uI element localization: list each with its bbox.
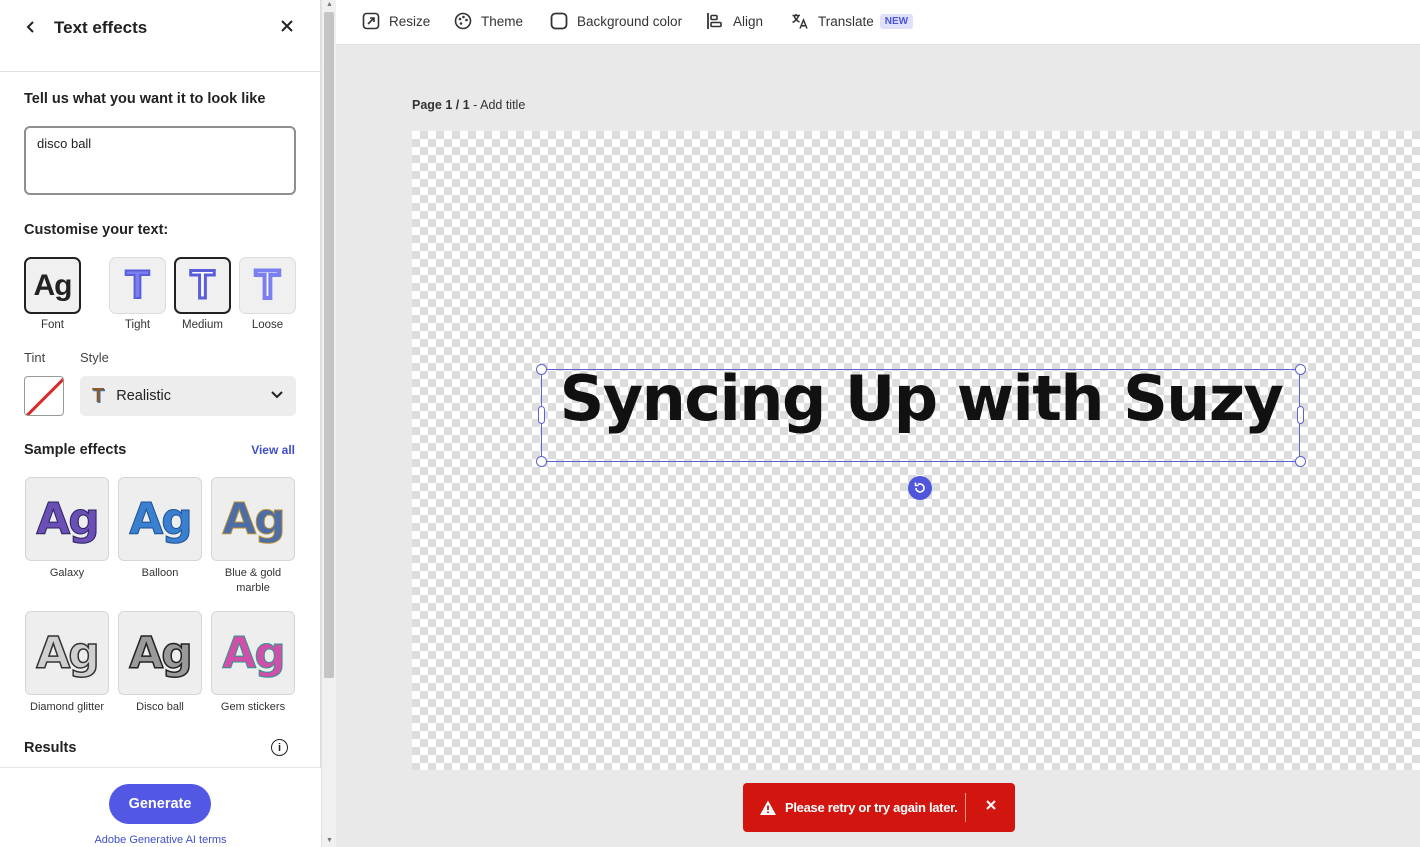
resize-handle-top-left[interactable] bbox=[536, 364, 547, 375]
error-toast: Please retry or try again later. bbox=[743, 783, 1015, 832]
top-toolbar: Resize Theme Background color Align Tran… bbox=[336, 0, 1420, 45]
scroll-thumb[interactable] bbox=[324, 12, 334, 678]
loose-option[interactable]: T bbox=[239, 257, 296, 314]
color-swatch-icon bbox=[550, 12, 568, 30]
effect-galaxy[interactable]: Ag bbox=[25, 477, 109, 561]
tint-label: Tint bbox=[24, 350, 46, 365]
effect-blue-gold-marble[interactable]: Ag bbox=[211, 477, 295, 561]
style-dropdown-value: Realistic bbox=[116, 388, 172, 404]
font-option[interactable]: Ag bbox=[24, 257, 81, 314]
results-label: Results bbox=[24, 740, 77, 756]
back-arrow-icon[interactable] bbox=[24, 18, 42, 39]
effect-label-marble: Blue & gold marble bbox=[224, 567, 282, 594]
galaxy-preview: Ag bbox=[36, 493, 101, 545]
customise-options: Ag Font T Tight T Medium T Loose bbox=[24, 257, 296, 331]
effect-label-galaxy: Galaxy bbox=[49, 567, 85, 579]
resize-handle-bottom-left[interactable] bbox=[536, 456, 547, 467]
translate-icon bbox=[791, 12, 809, 30]
align-label: Align bbox=[733, 13, 764, 29]
add-title-link[interactable]: Add title bbox=[480, 98, 525, 112]
medium-option[interactable]: T bbox=[174, 257, 231, 314]
chevron-down-icon bbox=[270, 387, 284, 404]
translate-label: Translate bbox=[818, 13, 874, 29]
medium-t-icon: T bbox=[189, 262, 216, 309]
diamond-glitter-preview: Ag bbox=[35, 627, 100, 680]
effect-label-gem-stickers: Gem stickers bbox=[220, 701, 286, 713]
page-indicator: Page 1 / 1 - Add title bbox=[412, 98, 525, 112]
info-icon[interactable]: i bbox=[271, 739, 288, 756]
align-button[interactable]: Align bbox=[706, 0, 763, 42]
rotate-icon[interactable] bbox=[908, 476, 932, 500]
scroll-up-arrow-icon[interactable]: ▲ bbox=[326, 1, 333, 8]
generate-button[interactable]: Generate bbox=[109, 784, 211, 824]
ai-terms-link[interactable]: Adobe Generative AI terms bbox=[0, 834, 321, 846]
effect-label-disco-ball: Disco ball bbox=[136, 701, 184, 713]
resize-handle-bottom-right[interactable] bbox=[1295, 456, 1306, 467]
effect-label-balloon: Balloon bbox=[141, 567, 179, 579]
resize-handle-top-right[interactable] bbox=[1295, 364, 1306, 375]
marble-preview: Ag bbox=[222, 493, 287, 545]
gem-stickers-preview: Ag bbox=[222, 627, 287, 679]
font-option-glyph: Ag bbox=[33, 268, 73, 302]
effect-balloon[interactable]: Ag bbox=[118, 477, 202, 561]
resize-icon bbox=[362, 12, 380, 30]
effect-diamond-glitter[interactable]: Ag bbox=[25, 611, 109, 695]
resize-handle-left[interactable] bbox=[538, 406, 545, 424]
style-label: Style bbox=[80, 350, 109, 365]
realistic-style-icon: T bbox=[92, 384, 105, 407]
close-icon[interactable] bbox=[985, 798, 997, 816]
effect-disco-ball[interactable]: Ag bbox=[118, 611, 202, 695]
theme-label: Theme bbox=[481, 13, 524, 29]
text-effects-panel: Text effects Tell us what you want it to… bbox=[0, 0, 321, 847]
font-option-label: Font bbox=[40, 319, 64, 331]
panel-title: Text effects bbox=[54, 18, 148, 37]
resize-handle-right[interactable] bbox=[1297, 406, 1304, 424]
disco-ball-preview: Ag bbox=[128, 627, 193, 680]
new-badge: NEW bbox=[879, 13, 914, 29]
background-color-button[interactable]: Background color bbox=[550, 0, 682, 42]
close-icon[interactable] bbox=[280, 16, 294, 39]
panel-scrollbar[interactable]: ▲ ▼ bbox=[321, 0, 336, 847]
header-divider bbox=[0, 71, 321, 72]
prompt-label: Tell us what you want it to look like bbox=[24, 91, 266, 107]
effect-label-diamond-glitter: Diamond glitter bbox=[30, 701, 104, 713]
translate-button[interactable]: Translate NEW bbox=[791, 0, 914, 42]
tight-option-label: Tight bbox=[124, 319, 151, 331]
style-dropdown[interactable]: T Realistic bbox=[80, 376, 296, 416]
theme-button[interactable]: Theme bbox=[454, 0, 523, 42]
tint-swatch[interactable] bbox=[24, 376, 64, 416]
effect-gem-stickers[interactable]: Ag bbox=[211, 611, 295, 695]
loose-t-icon: T bbox=[253, 261, 282, 309]
selection-box bbox=[541, 369, 1300, 462]
sample-effects-label: Sample effects bbox=[24, 442, 127, 458]
align-left-icon bbox=[706, 12, 724, 30]
tight-option[interactable]: T bbox=[109, 257, 166, 314]
loose-option-label: Loose bbox=[251, 319, 284, 331]
medium-option-label: Medium bbox=[182, 319, 223, 331]
toast-divider bbox=[965, 793, 966, 822]
tight-t-icon: T bbox=[124, 262, 150, 308]
view-all-link[interactable]: View all bbox=[251, 443, 295, 457]
page-number: Page 1 / 1 bbox=[412, 98, 470, 112]
scroll-down-arrow-icon[interactable]: ▼ bbox=[326, 837, 333, 844]
balloon-preview: Ag bbox=[129, 493, 194, 545]
resize-label: Resize bbox=[389, 13, 431, 29]
resize-button[interactable]: Resize bbox=[362, 0, 430, 42]
prompt-input[interactable]: disco ball bbox=[24, 126, 296, 195]
customise-label: Customise your text: bbox=[24, 222, 169, 238]
no-tint-slash-icon bbox=[25, 377, 63, 415]
panel-header: Text effects bbox=[0, 0, 320, 56]
warning-icon bbox=[759, 799, 777, 817]
page-separator: - bbox=[469, 98, 481, 112]
palette-icon bbox=[454, 12, 472, 30]
background-color-label: Background color bbox=[577, 13, 683, 29]
toast-message: Please retry or try again later. bbox=[785, 800, 958, 815]
